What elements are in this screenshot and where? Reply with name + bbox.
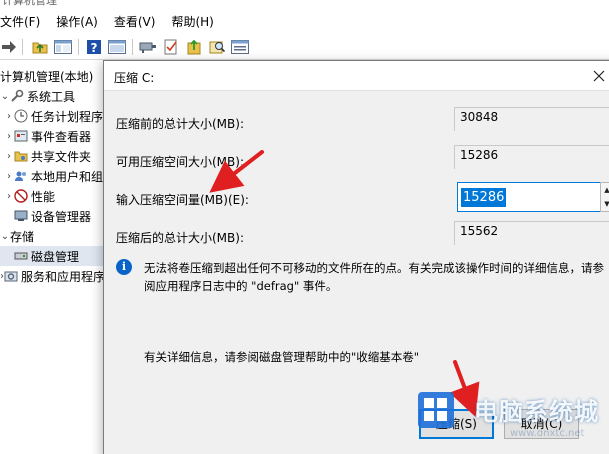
chevron-right-icon[interactable]: › — [4, 191, 14, 202]
tree-item-system-tools[interactable]: ⌄ 系统工具 — [0, 86, 105, 106]
shrink-amount-label: 输入压缩空间量(MB)(E): — [116, 193, 249, 207]
dialog-title-bar: 压缩 C: — [104, 61, 609, 91]
tree-label: 本地用户和组 — [31, 169, 104, 184]
chevron-right-icon[interactable]: › — [4, 111, 14, 122]
spin-down-icon[interactable]: ▼ — [601, 197, 609, 211]
properties-icon[interactable] — [162, 38, 180, 56]
console-tree-icon[interactable] — [54, 38, 72, 56]
close-icon[interactable] — [590, 67, 608, 85]
chevron-down-icon[interactable]: ⌄ — [0, 91, 10, 102]
services-icon — [4, 271, 18, 282]
tree-item-local-users[interactable]: › 本地用户和组 — [0, 166, 105, 186]
size-after-label: 压缩后的总计大小(MB): — [116, 231, 244, 245]
tools-icon — [11, 89, 24, 102]
toolbar-separator — [22, 39, 23, 55]
tree-label: 存储 — [10, 229, 35, 244]
tree-label: 设备管理器 — [31, 209, 92, 224]
performance-icon — [14, 189, 28, 203]
tree-item-storage[interactable]: ⌄ 存储 — [0, 226, 105, 246]
size-before-label: 压缩前的总计大小(MB): — [116, 117, 244, 131]
available-space-label: 可用压缩空间大小(MB): — [116, 155, 244, 169]
tree-label: 磁盘管理 — [31, 249, 80, 264]
toolbar-separator — [78, 39, 79, 55]
device-manager-icon — [14, 210, 28, 221]
tree-item-performance[interactable]: › 性能 — [0, 186, 105, 206]
tree-label: 任务计划程序 — [31, 109, 104, 124]
users-icon — [15, 171, 26, 181]
tree-label: 共享文件夹 — [31, 149, 92, 164]
disk-icon — [14, 252, 28, 260]
info-icon: i — [116, 259, 132, 275]
chevron-right-icon[interactable]: › — [4, 171, 14, 182]
toolbar: ? — [0, 34, 609, 60]
shrink-amount-spinner[interactable]: ▲ ▼ — [600, 182, 609, 212]
help-message: 有关详细信息，请参阅磁盘管理帮助中的"收缩基本卷" — [144, 350, 420, 364]
menu-bar: 文件(F) 操作(A) 查看(V) 帮助(H) — [0, 10, 609, 34]
menu-help[interactable]: 帮助(H) — [163, 10, 221, 34]
clock-icon — [14, 109, 28, 123]
tree-item-task-scheduler[interactable]: › 任务计划程序 — [0, 106, 105, 126]
tree-label: 性能 — [31, 189, 56, 204]
chevron-right-icon[interactable]: › — [4, 131, 14, 142]
tree-label: 事件查看器 — [31, 129, 92, 144]
connect-icon[interactable] — [139, 38, 157, 56]
svg-text:?: ? — [91, 41, 98, 55]
refresh-list-icon[interactable] — [231, 38, 249, 56]
folder-up-icon[interactable] — [31, 38, 49, 56]
event-viewer-icon — [14, 130, 28, 142]
shrink-volume-dialog: 压缩 C: 压缩前的总计大小(MB): 30848 可用压缩空间大小(MB): … — [103, 60, 609, 454]
cancel-button[interactable]: 取消(C) — [504, 409, 579, 439]
size-before-value: 30848 — [454, 107, 609, 131]
menu-view[interactable]: 查看(V) — [106, 10, 164, 34]
dialog-title: 压缩 C: — [114, 71, 155, 85]
tree-root-label: 计算机管理(本地) — [0, 69, 94, 84]
tree-item-services-apps[interactable]: › 服务和应用程序 — [0, 266, 105, 286]
toolbar-separator — [132, 39, 133, 55]
shrink-amount-input[interactable]: 15286 — [457, 182, 603, 212]
computer-management-window: 计算机管理 文件(F) 操作(A) 查看(V) 帮助(H) ? 计算机管理(本地… — [0, 0, 609, 454]
tree-label: 服务和应用程序 — [21, 269, 105, 284]
shrink-amount-value[interactable]: 15286 — [461, 188, 507, 207]
shared-folder-icon — [14, 151, 28, 162]
tree-label: 系统工具 — [27, 89, 76, 104]
panel-icon[interactable] — [108, 38, 126, 56]
tree-item-disk-management[interactable]: 磁盘管理 — [0, 246, 105, 266]
chevron-down-icon[interactable]: ⌄ — [0, 231, 10, 242]
spin-up-icon[interactable]: ▲ — [601, 183, 609, 197]
tree-item-shared-folders[interactable]: › 共享文件夹 — [0, 146, 105, 166]
tree-item-computer-management[interactable]: 计算机管理(本地) — [0, 66, 105, 86]
window-title: 计算机管理 — [2, 0, 57, 7]
help-icon[interactable]: ? — [85, 38, 103, 56]
search-disk-icon[interactable] — [208, 38, 226, 56]
compress-button[interactable]: 压缩(S) — [419, 409, 494, 439]
size-after-value: 15562 — [454, 221, 609, 245]
available-space-value: 15286 — [454, 145, 609, 169]
export-icon[interactable] — [185, 38, 203, 56]
menu-action[interactable]: 操作(A) — [48, 10, 106, 34]
window-title-bar: 计算机管理 — [0, 0, 609, 7]
tree-item-event-viewer[interactable]: › 事件查看器 — [0, 126, 105, 146]
chevron-right-icon[interactable]: › — [4, 151, 14, 162]
info-message: 无法将卷压缩到超出任何不可移动的文件所在的点。有关完成该操作时间的详细信息，请参… — [144, 261, 604, 293]
tree-item-device-manager[interactable]: 设备管理器 — [0, 206, 105, 226]
forward-arrow-icon[interactable] — [0, 38, 18, 56]
console-tree: 计算机管理(本地) ⌄ 系统工具 › 任务计划程序 › 事件查看器 › 共享文件… — [0, 60, 105, 454]
menu-file[interactable]: 文件(F) — [0, 10, 48, 34]
